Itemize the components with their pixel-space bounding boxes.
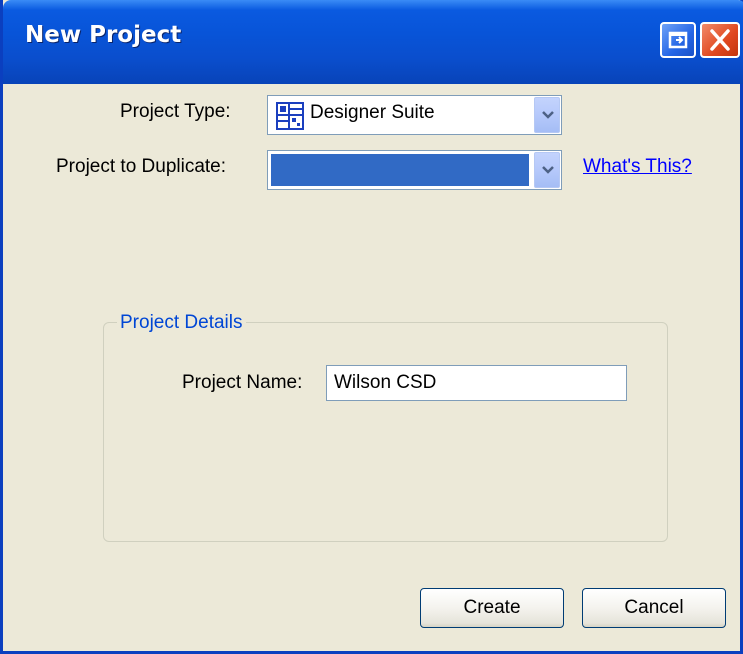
project-type-dropdown-button[interactable] (534, 97, 560, 133)
project-type-dropdown[interactable]: Designer Suite (267, 95, 562, 135)
cancel-button[interactable]: Cancel (582, 588, 726, 628)
project-to-duplicate-label: Project to Duplicate: (56, 156, 227, 177)
chevron-down-icon (542, 166, 554, 174)
whats-this-link[interactable]: What's This? (583, 156, 692, 178)
project-to-duplicate-dropdown-button[interactable] (534, 152, 560, 188)
create-button[interactable]: Create (420, 588, 564, 628)
close-button[interactable] (700, 22, 740, 58)
project-details-title: Project Details (117, 312, 246, 334)
close-icon (710, 29, 730, 51)
project-type-label: Project Type: (120, 101, 231, 122)
project-type-value: Designer Suite (310, 102, 435, 123)
selection-highlight (271, 154, 529, 186)
new-project-dialog: New Project Project Type: Designer Suite… (0, 0, 743, 654)
title-bar[interactable]: New Project (3, 0, 743, 84)
project-details-group (103, 322, 668, 542)
restore-icon (668, 31, 688, 49)
restore-button[interactable] (660, 22, 696, 58)
project-name-input[interactable] (326, 365, 627, 401)
project-name-label: Project Name: (182, 372, 303, 393)
designer-suite-icon (276, 102, 304, 130)
window-title: New Project (25, 22, 182, 48)
chevron-down-icon (542, 111, 554, 119)
project-to-duplicate-dropdown[interactable] (267, 150, 562, 190)
